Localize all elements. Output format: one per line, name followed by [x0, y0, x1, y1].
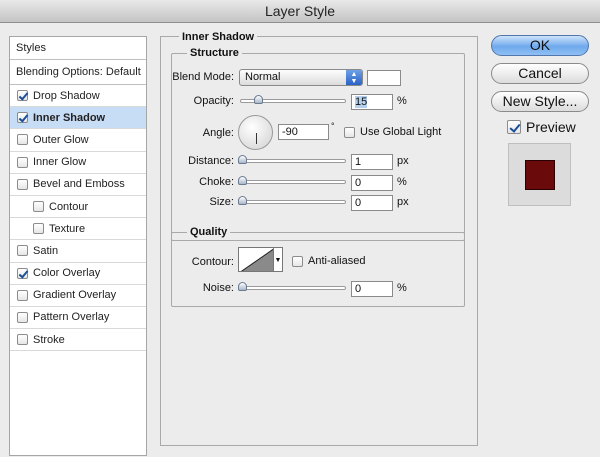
style-item[interactable]: Pattern Overlay	[10, 307, 146, 330]
angle-unit: °	[331, 121, 335, 131]
style-item[interactable]: Drop Shadow	[10, 85, 146, 108]
size-input[interactable]: 0	[351, 195, 393, 211]
size-slider[interactable]	[240, 200, 346, 204]
style-item[interactable]: Inner Shadow	[10, 107, 146, 130]
style-item-checkbox[interactable]	[17, 156, 28, 168]
noise-slider[interactable]	[240, 286, 346, 290]
noise-slider-thumb[interactable]	[238, 282, 247, 291]
style-item-label: Outer Glow	[33, 133, 89, 146]
blend-mode-dropdown[interactable]: Normal ▲ ▼	[239, 69, 363, 86]
style-item-checkbox[interactable]	[17, 289, 28, 301]
distance-unit: px	[397, 155, 409, 167]
contour-curve-icon	[241, 248, 273, 271]
preview-checkbox[interactable]: Preview	[507, 119, 576, 135]
contour-label: Contour:	[191, 256, 234, 268]
style-item[interactable]: Inner Glow	[10, 152, 146, 174]
angle-dial[interactable]	[238, 115, 273, 150]
anti-aliased-label: Anti-aliased	[308, 255, 366, 267]
contour-picker[interactable]	[238, 247, 274, 272]
style-item-label: Inner Shadow	[33, 111, 106, 124]
style-item-checkbox[interactable]	[17, 134, 28, 146]
style-item-checkbox[interactable]	[33, 201, 44, 213]
distance-slider[interactable]	[240, 159, 346, 163]
style-item-label: Satin	[33, 244, 59, 257]
style-item-checkbox[interactable]	[17, 90, 28, 102]
window-title: Layer Style	[264, 3, 336, 19]
size-slider-thumb[interactable]	[238, 196, 247, 205]
anti-aliased-check	[292, 255, 303, 267]
choke-slider[interactable]	[240, 180, 346, 184]
style-item-checkbox[interactable]	[17, 178, 28, 190]
style-item[interactable]: Texture	[10, 218, 146, 241]
quality-group	[171, 232, 465, 307]
angle-input[interactable]: -90	[278, 124, 329, 140]
dropdown-arrow-icon: ▲ ▼	[346, 70, 362, 85]
noise-unit: %	[397, 282, 407, 294]
style-item[interactable]: Stroke	[10, 329, 146, 352]
preview-swatch	[525, 160, 555, 190]
style-item[interactable]: Contour	[10, 196, 146, 219]
blend-mode-value: Normal	[245, 71, 281, 83]
style-item[interactable]: Satin	[10, 240, 146, 263]
size-unit: px	[397, 196, 409, 208]
distance-input[interactable]: 1	[351, 154, 393, 170]
style-item-checkbox[interactable]	[17, 112, 28, 124]
ok-button[interactable]: OK	[491, 35, 589, 56]
structure-title: Structure	[187, 47, 242, 59]
preview-label: Preview	[526, 119, 576, 135]
choke-slider-thumb[interactable]	[238, 176, 247, 185]
use-global-light-check	[344, 126, 355, 138]
choke-label: Choke:	[199, 176, 234, 188]
preview-check	[507, 120, 521, 134]
styles-header[interactable]: Styles	[10, 37, 146, 60]
distance-label: Distance:	[188, 155, 234, 167]
style-item-checkbox[interactable]	[17, 267, 28, 279]
style-item-label: Color Overlay	[33, 267, 101, 280]
panel-title: Inner Shadow	[179, 31, 258, 43]
style-item-label: Gradient Overlay	[33, 289, 117, 302]
style-item[interactable]: Outer Glow	[10, 129, 146, 152]
style-item-label: Texture	[49, 222, 86, 235]
quality-title: Quality	[187, 226, 231, 238]
new-style-button[interactable]: New Style...	[491, 91, 589, 112]
shadow-color-swatch[interactable]	[367, 70, 401, 86]
style-item-label: Contour	[49, 200, 89, 213]
use-global-light-checkbox[interactable]: Use Global Light	[344, 126, 441, 138]
choke-input[interactable]: 0	[351, 175, 393, 191]
contour-dropdown-icon[interactable]: ▼	[274, 247, 283, 272]
angle-dial-hand	[256, 133, 257, 144]
choke-unit: %	[397, 176, 407, 188]
blend-mode-label: Blend Mode:	[172, 71, 234, 83]
style-items: Drop Shadow Inner Shadow Outer Glow Inner G…	[10, 85, 146, 352]
style-item[interactable]: Gradient Overlay	[10, 285, 146, 307]
noise-input[interactable]: 0	[351, 281, 393, 297]
style-item-checkbox[interactable]	[17, 245, 28, 257]
style-item-label: Pattern Overlay	[33, 311, 110, 324]
style-item[interactable]: Bevel and Emboss	[10, 174, 146, 196]
opacity-unit: %	[397, 95, 407, 107]
window-titlebar: Layer Style	[0, 0, 600, 23]
use-global-light-label: Use Global Light	[360, 126, 442, 138]
size-label: Size:	[209, 196, 234, 208]
opacity-slider-thumb[interactable]	[253, 95, 263, 104]
layer-style-dialog: Styles Blending Options: Default Drop Sh…	[0, 23, 600, 457]
styles-list: Styles Blending Options: Default Drop Sh…	[9, 36, 147, 456]
style-item[interactable]: Color Overlay	[10, 263, 146, 285]
style-item-label: Inner Glow	[33, 156, 87, 169]
style-item-label: Bevel and Emboss	[33, 178, 125, 191]
style-item-checkbox[interactable]	[33, 223, 44, 235]
distance-slider-thumb[interactable]	[238, 155, 247, 164]
angle-label: Angle:	[202, 127, 234, 139]
blending-options-item[interactable]: Blending Options: Default	[10, 60, 146, 85]
style-item-checkbox[interactable]	[17, 311, 28, 323]
anti-aliased-checkbox[interactable]: Anti-aliased	[292, 255, 365, 267]
style-item-checkbox[interactable]	[17, 334, 28, 346]
style-item-label: Stroke	[33, 333, 65, 346]
cancel-button[interactable]: Cancel	[491, 63, 589, 84]
style-item-label: Drop Shadow	[33, 89, 100, 102]
opacity-input[interactable]: 15	[351, 94, 393, 110]
noise-label: Noise:	[202, 282, 234, 294]
opacity-label: Opacity:	[193, 95, 234, 107]
style-preview	[508, 143, 571, 206]
